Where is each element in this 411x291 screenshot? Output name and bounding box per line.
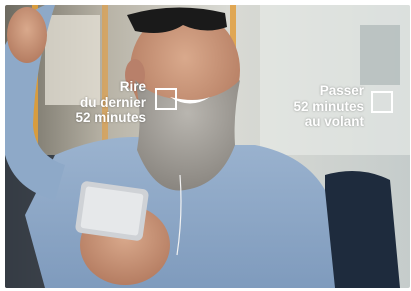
choice-label-drive: Passer 52 minutes au volant bbox=[293, 83, 364, 129]
background-photo bbox=[5, 5, 410, 288]
photo-illustration bbox=[5, 5, 410, 288]
choice-checkbox-drive[interactable] bbox=[371, 91, 393, 113]
choice-checkbox-laugh[interactable] bbox=[155, 88, 177, 110]
choice-label-laugh: Rire du dernier 52 minutes bbox=[75, 79, 146, 125]
